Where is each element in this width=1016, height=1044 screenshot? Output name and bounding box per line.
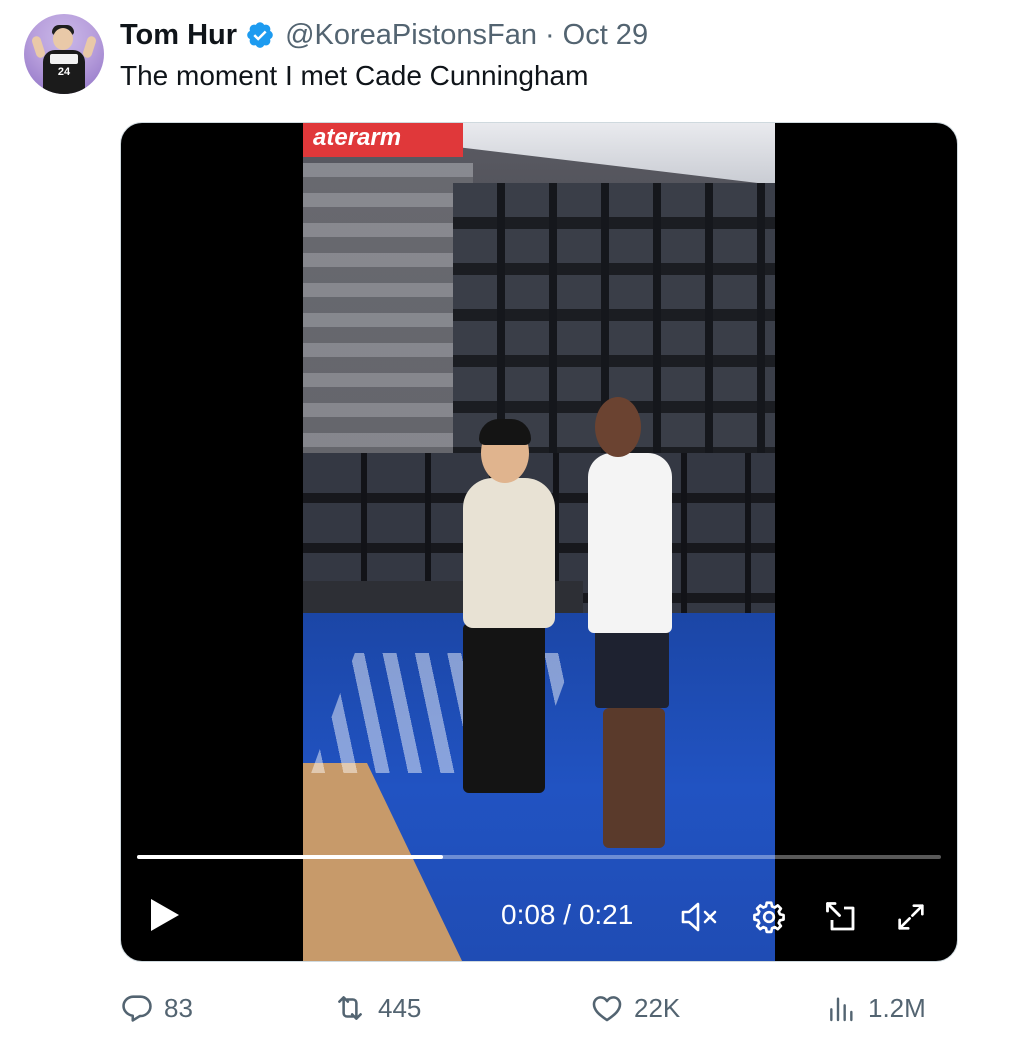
muted-speaker-icon [681,902,717,932]
play-icon [151,899,179,931]
video-progress-fill [137,855,444,859]
author-handle[interactable]: @KoreaPistonsFan [285,19,537,52]
fan-body [463,478,555,628]
fan-legs [463,623,545,793]
video-time-display: 0:08 / 0:21 [501,899,634,930]
heart-icon [592,996,622,1022]
avatar-jersey-number: 24 [57,66,71,78]
video-frame[interactable]: aterarm [303,123,775,961]
unmute-button[interactable] [677,897,721,937]
author-name[interactable]: Tom Hur [120,19,237,52]
retweet-count: 445 [378,992,422,1023]
picture-in-picture-button[interactable] [819,897,863,937]
play-button[interactable] [143,893,187,937]
tweet-header: Tom Hur @KoreaPistonsFan · Oct 29 [120,17,648,53]
retweet-icon [338,996,362,1020]
analytics-icon [830,997,853,1022]
video-player[interactable]: aterarm 0:08 / 0:21 [120,122,958,962]
verified-badge-icon [247,22,273,48]
player-head [595,397,641,457]
player-body [588,453,672,633]
author-avatar[interactable]: 24 [24,14,104,94]
reply-count: 83 [164,992,193,1023]
settings-button[interactable] [747,897,791,937]
fullscreen-button[interactable] [889,897,933,937]
arena-roof [463,123,775,185]
view-count: 1.2M [868,992,926,1023]
player-legs [603,708,665,848]
reply-icon [122,995,152,1022]
expand-icon [898,904,924,930]
avatar-face [53,28,73,50]
dock-icon [826,902,855,931]
arena-banner: aterarm [303,123,463,157]
reply-button[interactable]: 83 [120,988,193,1028]
header-separator: · [544,18,555,51]
views-button[interactable]: 1.2M [826,988,926,1028]
tweet-date[interactable]: Oct 29 [563,19,648,52]
player-shorts [595,628,669,708]
tweet-action-bar: 83 445 22K 1.2M [120,988,940,1028]
video-progress-bar[interactable] [137,855,941,859]
gear-icon [753,901,785,934]
like-count: 22K [634,992,681,1023]
retweet-button[interactable]: 445 [332,988,421,1028]
avatar-arm-right [81,35,98,59]
avatar-sign [50,54,78,64]
fan-hair [479,419,531,445]
tweet-text: The moment I met Cade Cunningham [120,60,589,91]
like-button[interactable]: 22K [590,988,680,1028]
